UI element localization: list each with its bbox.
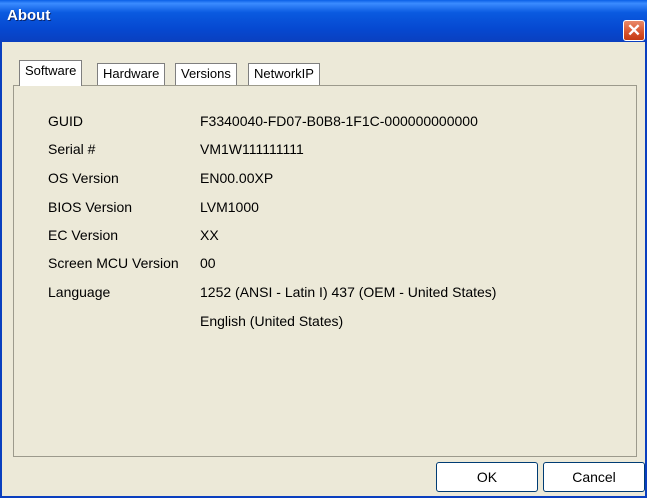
ec-version-value: XX	[200, 227, 219, 243]
serial-value: VM1W111111111	[200, 141, 304, 157]
about-dialog: About ✕ Software Hardware Versions Netwo…	[0, 0, 647, 498]
bios-version-value: LVM1000	[200, 199, 259, 215]
os-version-value: EN00.00XP	[200, 170, 274, 186]
os-version-label: OS Version	[48, 170, 119, 186]
cancel-button[interactable]: Cancel	[543, 462, 645, 492]
ok-button[interactable]: OK	[436, 462, 538, 492]
software-info-panel: GUID F3340040-FD07-B0B8-1F1C-00000000000…	[13, 85, 637, 457]
window-title: About	[7, 7, 51, 24]
language-label: Language	[48, 284, 111, 300]
close-icon: ✕	[626, 21, 642, 40]
title-bar[interactable]: About ✕	[0, 0, 647, 42]
ec-version-label: EC Version	[48, 227, 119, 243]
language-name-value: English (United States)	[200, 313, 344, 329]
guid-label: GUID	[48, 113, 83, 129]
screen-mcu-version-value: 00	[200, 255, 216, 271]
screen-mcu-version-label: Screen MCU Version	[48, 255, 179, 271]
language-codepage-value: 1252 (ANSI - Latin I) 437 (OEM - United …	[200, 284, 497, 300]
tab-hardware[interactable]: Hardware	[97, 63, 166, 85]
tab-versions[interactable]: Versions	[175, 63, 237, 85]
tab-software[interactable]: Software	[19, 60, 83, 86]
guid-value: F3340040-FD07-B0B8-1F1C-000000000000	[200, 113, 478, 129]
serial-label: Serial #	[48, 141, 96, 157]
tab-networkip[interactable]: NetworkIP	[248, 63, 320, 85]
close-button[interactable]: ✕	[623, 20, 645, 41]
bios-version-label: BIOS Version	[48, 199, 133, 215]
